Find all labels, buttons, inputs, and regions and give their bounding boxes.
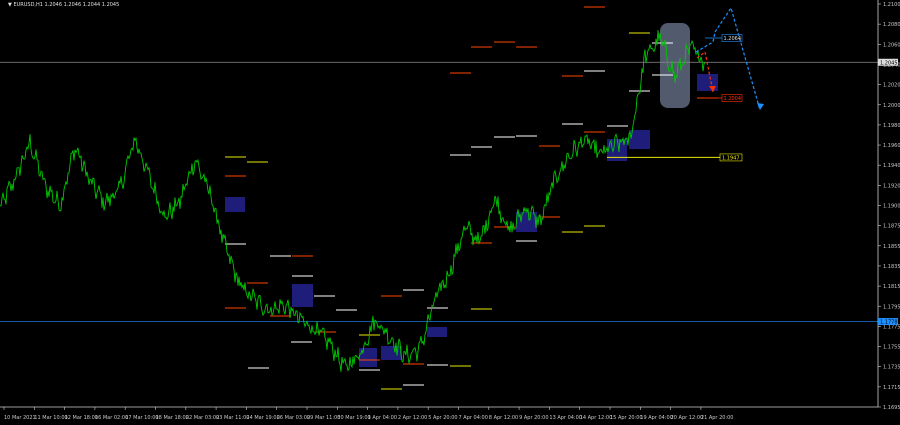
price-tick-label: 1.1960 — [883, 143, 900, 149]
zone-box[interactable] — [292, 284, 313, 307]
time-tick-label: 30 Mar 19:00 — [337, 415, 370, 421]
time-tick-label: 5 Apr 20:00 — [428, 415, 457, 421]
price-tick-label: 1.1695 — [883, 405, 900, 411]
price-chart[interactable]: 1.1947 1.2064 1.2004 1.2100 1.2080 1.2060 1.… — [0, 0, 900, 425]
time-tick-label: 10 Mar 2021 — [4, 415, 36, 421]
price-tick-label: 1.1875 — [883, 224, 900, 230]
time-tick-label: 2 Apr 12:00 — [398, 415, 427, 421]
time-tick-label: 11 Mar 10:00 — [34, 415, 67, 421]
price-tick-label: 1.1940 — [883, 163, 900, 169]
time-tick-label: 20 Apr 12:00 — [671, 415, 704, 421]
time-tick-label: 26 Mar 03:00 — [277, 415, 310, 421]
price-tick-label: 1.1835 — [883, 264, 900, 270]
zone-box[interactable] — [381, 346, 402, 360]
time-tick-label: 7 Apr 04:00 — [459, 415, 488, 421]
support-tag-label: 1.1947 — [722, 155, 740, 161]
price-marker-label: 1.1778 — [880, 320, 898, 326]
time-tick-label: 15 Apr 20:00 — [610, 415, 643, 421]
chart-title: ▼ EURUSD,H1 1.2046 1.2046 1.2044 1.2045 — [8, 2, 119, 8]
highlight-pill[interactable] — [660, 23, 690, 108]
price-tick-label: 1.1980 — [883, 123, 900, 129]
price-tick-label: 1.1855 — [883, 244, 900, 250]
price-tick-label: 1.1715 — [883, 385, 900, 391]
price-tick-label: 1.1735 — [883, 365, 900, 371]
zone-box[interactable] — [697, 74, 718, 91]
price-tick-label: 1.2060 — [883, 42, 900, 48]
price-tick-label: 1.1900 — [883, 204, 900, 210]
price-tick-label: 1.2100 — [883, 2, 900, 8]
tag-red-label: 1.2004 — [724, 96, 742, 102]
time-tick-label: 18 Mar 18:00 — [156, 415, 189, 421]
price-tick-label: 1.1815 — [883, 284, 900, 290]
arrow-head-blue — [757, 103, 764, 110]
time-tick-label: 16 Mar 02:00 — [95, 415, 128, 421]
time-tick-label: 29 Mar 11:00 — [307, 415, 340, 421]
chart-window[interactable]: 1.1947 1.2064 1.2004 1.2100 1.2080 1.2060 1.… — [0, 0, 900, 425]
price-tick-label: 1.1920 — [883, 183, 900, 189]
symbol-info: EURUSD,H1 1.2046 1.2046 1.2044 1.2045 — [13, 2, 120, 8]
zone-box[interactable] — [427, 327, 447, 337]
time-tick-label: 23 Mar 11:00 — [216, 415, 249, 421]
time-tick-label: 13 Apr 04:00 — [549, 415, 582, 421]
time-tick-label: 14 Apr 12:00 — [580, 415, 613, 421]
time-tick-label: 8 Apr 12:00 — [489, 415, 518, 421]
time-tick-label: 24 Mar 19:00 — [246, 415, 279, 421]
time-tick-label: 19 Apr 04:00 — [640, 415, 673, 421]
price-tick-label: 1.2080 — [883, 22, 900, 28]
time-tick-label: 12 Mar 18:00 — [65, 415, 98, 421]
price-marker-label: 1.2045 — [880, 60, 898, 66]
time-tick-label: 17 Mar 10:00 — [125, 415, 158, 421]
price-tick-label: 1.2000 — [883, 103, 900, 109]
zone-box[interactable] — [225, 197, 245, 212]
time-tick-label: 9 Apr 20:00 — [519, 415, 548, 421]
time-tick-label: 1 Apr 04:00 — [368, 415, 397, 421]
price-line — [0, 30, 706, 372]
time-tick-label: 21 Apr 20:00 — [701, 415, 734, 421]
price-tick-label: 1.2020 — [883, 83, 900, 89]
time-tick-label: 22 Mar 03:00 — [186, 415, 219, 421]
price-tick-label: 1.1795 — [883, 304, 900, 310]
tag-blue-label: 1.2064 — [724, 36, 742, 42]
dropdown-icon[interactable]: ▼ — [8, 2, 12, 8]
price-tick-label: 1.1755 — [883, 345, 900, 351]
